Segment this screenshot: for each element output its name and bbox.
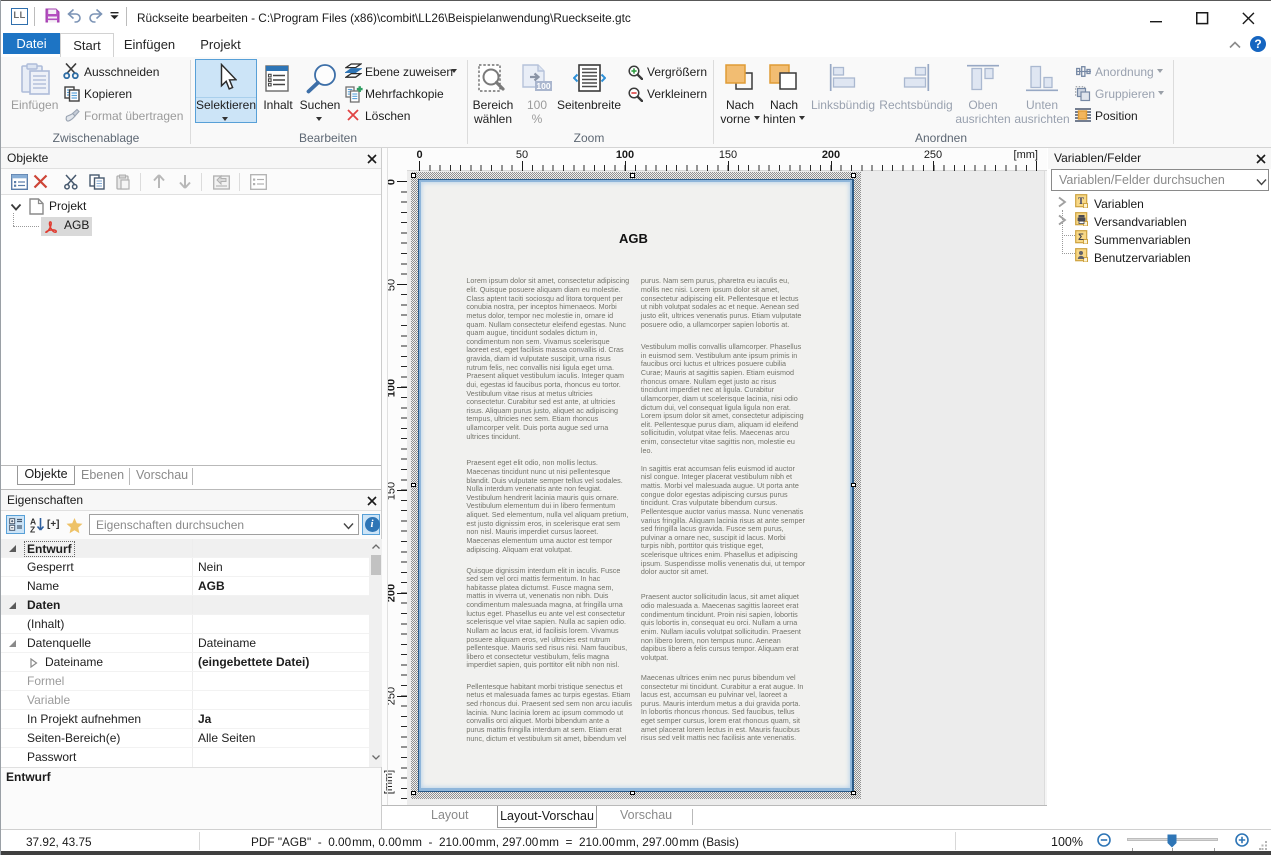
svg-text:T: T bbox=[1078, 196, 1084, 206]
svg-text:100: 100 bbox=[536, 81, 550, 91]
svg-text:Σ: Σ bbox=[1078, 232, 1084, 243]
svg-text:Z: Z bbox=[30, 525, 35, 534]
